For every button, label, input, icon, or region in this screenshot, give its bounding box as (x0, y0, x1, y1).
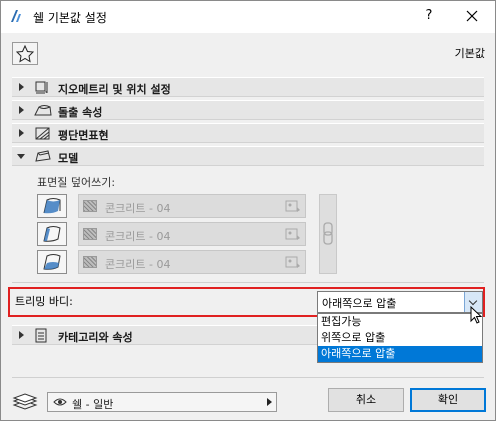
surface-side-button[interactable] (37, 222, 67, 246)
expand-arrow-icon (19, 129, 24, 137)
default-label: 기본값 (454, 47, 485, 60)
surface-top-icon (43, 198, 61, 214)
surface-top-field: 콘크리트 - 04 (78, 194, 306, 218)
dropdown-option-editable[interactable]: 편집가능 (318, 314, 482, 330)
trimming-body-dropdown: 편집가능 위쪽으로 압출 아래쪽으로 압출 (317, 313, 483, 363)
model-icon (35, 150, 51, 162)
section-model[interactable]: 모델 (12, 146, 484, 166)
surface-side-field: 콘크리트 - 04 (78, 222, 306, 246)
section-label: 지오메트리 및 위치 설정 (58, 83, 171, 96)
surface-bottom-field: 콘크리트 - 04 (78, 250, 306, 274)
surface-bottom-button[interactable] (37, 250, 67, 274)
surface-side-icon (43, 226, 61, 242)
link-surfaces-button[interactable] (319, 194, 337, 274)
close-icon[interactable] (459, 5, 485, 27)
divider (12, 377, 484, 378)
layers-icon (12, 393, 38, 410)
material-swatch (83, 228, 97, 240)
extrusion-icon (34, 105, 52, 116)
dialog-window: 쉘 기본값 설정 ? 기본값 지오메트리 및 위치 설정 돌출 속성 평단면표현… (0, 0, 496, 421)
surface-bottom-value: 콘크리트 - 04 (105, 258, 171, 271)
material-picker-icon (285, 200, 300, 212)
dropdown-option-extrude-up[interactable]: 위쪽으로 압출 (318, 330, 482, 346)
archicad-app-icon (11, 10, 21, 22)
expand-arrow-icon (19, 331, 24, 339)
window-title: 쉘 기본값 설정 (33, 11, 107, 25)
favorites-button[interactable] (12, 42, 38, 65)
surface-top-button[interactable] (37, 194, 67, 218)
expand-arrow-icon (19, 83, 24, 91)
surface-override-label: 표면질 덮어쓰기: (37, 176, 116, 189)
floorplan-icon (35, 127, 50, 140)
trimming-body-select[interactable]: 아래쪽으로 압출 (317, 291, 483, 313)
layer-value: 쉘 - 일반 (72, 398, 114, 411)
surface-top-value: 콘크리트 - 04 (105, 202, 171, 215)
section-floorplan[interactable]: 평단면표현 (12, 123, 484, 143)
chain-link-icon (323, 222, 333, 245)
category-icon (35, 328, 47, 343)
eye-icon (53, 398, 67, 406)
expand-arrow-icon (19, 106, 24, 114)
surface-bottom-icon (43, 254, 61, 270)
section-extrusion[interactable]: 돌출 속성 (12, 100, 484, 120)
help-button[interactable]: ? (417, 5, 441, 27)
geometry-icon (35, 81, 48, 94)
material-picker-icon (285, 256, 300, 268)
section-label: 카테고리와 속성 (58, 331, 133, 344)
collapse-arrow-icon (17, 154, 25, 159)
section-label: 돌출 속성 (58, 106, 103, 119)
dropdown-option-extrude-down[interactable]: 아래쪽으로 압출 (318, 346, 482, 362)
trimming-body-label: 트리밍 바디: (15, 295, 73, 308)
surface-side-value: 콘크리트 - 04 (105, 230, 171, 243)
title-bar: 쉘 기본값 설정 ? (1, 1, 495, 33)
trimming-body-value: 아래쪽으로 압출 (322, 297, 397, 310)
material-swatch (83, 200, 97, 212)
star-icon (15, 44, 35, 63)
material-picker-icon (285, 228, 300, 240)
section-label: 모델 (58, 152, 79, 165)
layer-select[interactable]: 쉘 - 일반 (47, 392, 277, 412)
section-category[interactable]: 카테고리와 속성 (12, 325, 317, 345)
section-geometry[interactable]: 지오메트리 및 위치 설정 (12, 77, 484, 97)
mouse-cursor-icon (470, 306, 483, 324)
chevron-right-icon (267, 398, 272, 406)
cancel-button[interactable]: 취소 (328, 388, 404, 412)
divider (12, 282, 484, 283)
material-swatch (83, 256, 97, 268)
ok-button[interactable]: 확인 (410, 388, 486, 412)
section-label: 평단면표현 (58, 129, 109, 142)
